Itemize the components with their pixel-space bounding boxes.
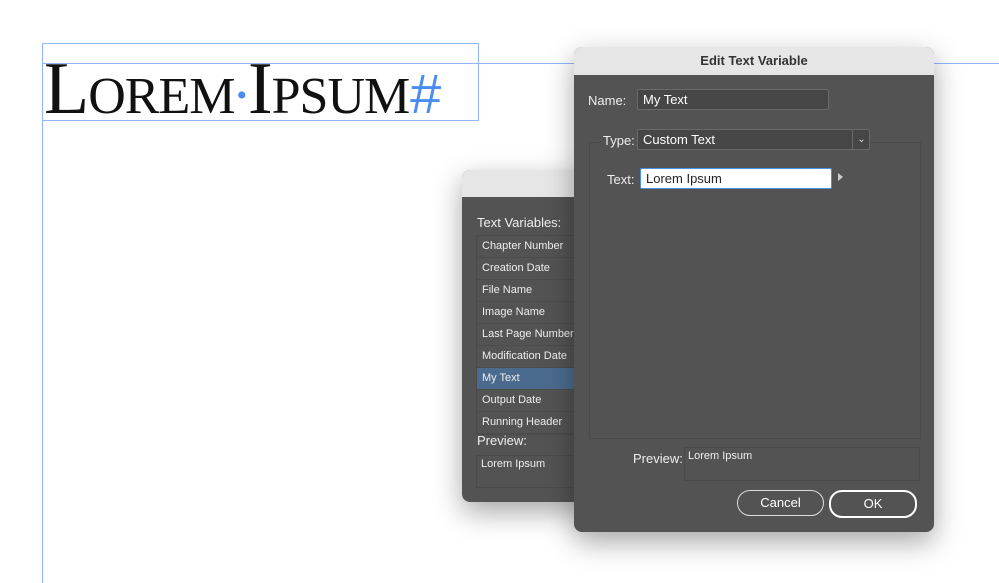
dialog-title: Edit Text Variable xyxy=(574,47,934,75)
text-label: Text: xyxy=(607,172,635,187)
name-label: Name: xyxy=(588,93,627,108)
document-text[interactable]: Lorem•Ipsum# xyxy=(44,52,440,126)
name-input[interactable]: My Text xyxy=(637,89,829,110)
word-ipsum: Ipsum xyxy=(247,48,410,130)
insert-special-character-arrow-icon[interactable] xyxy=(838,173,843,181)
type-dropdown[interactable]: Custom Text xyxy=(637,129,870,150)
titlebar[interactable] xyxy=(462,170,592,197)
ok-button[interactable]: OK xyxy=(829,490,917,518)
end-of-story-marker: # xyxy=(409,62,440,125)
text-variables-label: Text Variables: xyxy=(477,215,562,230)
preview-box: Lorem Ipsum xyxy=(684,447,920,481)
edit-text-variable-dialog: Edit Text Variable Name: My Text Type: C… xyxy=(574,47,934,532)
preview-label: Preview: xyxy=(477,433,527,448)
preview-label: Preview: xyxy=(633,451,683,466)
guide-vertical xyxy=(42,43,43,583)
type-label: Type: xyxy=(601,133,637,148)
chevron-down-icon[interactable]: ⌄ xyxy=(852,130,870,149)
word-lorem: Lorem xyxy=(44,48,235,130)
space-marker: • xyxy=(236,79,246,113)
cancel-button[interactable]: Cancel xyxy=(737,490,824,516)
text-variables-dialog: Text Variables: Chapter Number Creation … xyxy=(462,170,592,502)
text-input[interactable]: Lorem Ipsum xyxy=(640,168,832,189)
